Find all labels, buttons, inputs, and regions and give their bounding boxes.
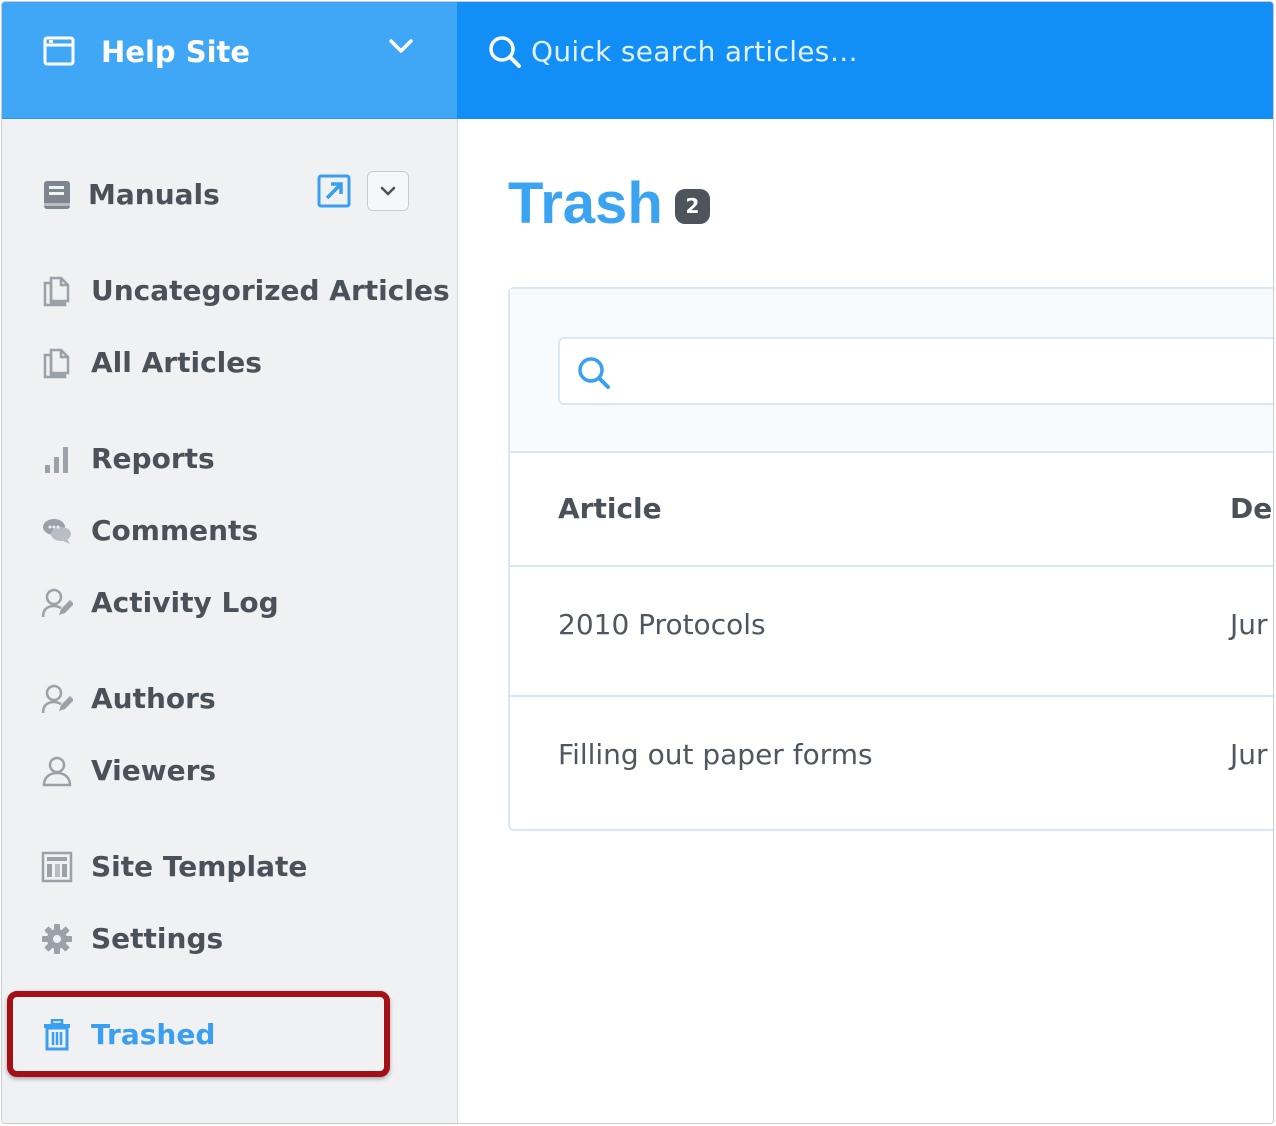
sidebar-item-uncategorized-articles[interactable]: Uncategorized Articles [2, 267, 450, 315]
deleted-date-cell: Jur [1230, 738, 1268, 771]
filter-input[interactable] [624, 349, 1269, 393]
sidebar-item-viewers[interactable]: Viewers [2, 747, 442, 795]
trash-table-panel: Article Del 2010 Protocols Jur Filling o… [508, 287, 1273, 831]
count-badge: 2 [675, 189, 710, 224]
sidebar-item-label: All Articles [91, 346, 262, 379]
deleted-date-cell: Jur [1230, 608, 1268, 641]
search-icon [578, 357, 610, 389]
sidebar-item-label: Authors [91, 682, 216, 715]
documents-icon [43, 348, 70, 379]
column-header-deleted[interactable]: Del [1230, 489, 1273, 529]
table-row[interactable]: 2010 Protocols Jur [510, 567, 1273, 697]
trash-icon [44, 1019, 70, 1051]
sidebar-item-activity-log[interactable]: Activity Log [2, 579, 442, 627]
sidebar-item-label: Activity Log [91, 586, 279, 619]
page-title: Trash [508, 171, 663, 236]
filter-area [510, 289, 1273, 453]
external-link-icon[interactable] [317, 174, 351, 208]
table-header-row: Article Del [510, 453, 1273, 567]
sidebar-item-label: Uncategorized Articles [91, 274, 450, 307]
sidebar-item-trashed[interactable]: Trashed [2, 1011, 442, 1059]
chevron-down-icon [380, 186, 396, 196]
filter-search-box[interactable] [558, 337, 1273, 405]
sidebar-item-settings[interactable]: Settings [2, 915, 442, 963]
user-edit-icon [41, 588, 73, 618]
sidebar-item-authors[interactable]: Authors [2, 675, 442, 723]
search-icon [489, 36, 521, 68]
quick-search-bar[interactable]: Quick search articles… [457, 2, 1273, 119]
sidebar-item-label: Comments [91, 514, 259, 547]
article-title-cell[interactable]: 2010 Protocols [558, 605, 766, 645]
article-title-cell[interactable]: Filling out paper forms [558, 735, 873, 775]
browser-window-icon [43, 36, 75, 66]
sidebar-item-label: Site Template [91, 850, 308, 883]
book-icon [44, 181, 70, 209]
documents-icon [43, 276, 70, 307]
chat-bubbles-icon [43, 519, 71, 544]
user-icon [42, 756, 72, 787]
user-edit-icon [41, 684, 73, 714]
chevron-down-icon[interactable] [387, 37, 415, 57]
sidebar: Manuals Uncategorized Articles All Artic… [2, 119, 458, 1123]
layout-template-icon [41, 851, 73, 883]
table-row[interactable]: Filling out paper forms Jur [510, 697, 1273, 829]
sidebar-item-label: Manuals [88, 178, 220, 211]
sidebar-item-comments[interactable]: Comments [2, 507, 442, 555]
sidebar-item-label: Reports [91, 442, 215, 475]
site-switcher[interactable]: Help Site [2, 2, 457, 119]
quick-search-placeholder[interactable]: Quick search articles… [531, 32, 858, 72]
gear-icon [42, 924, 72, 954]
column-header-article[interactable]: Article [558, 489, 662, 529]
main-content: Trash 2 Article Del 2010 Protocols Jur [458, 119, 1273, 1123]
bar-chart-icon [45, 447, 68, 473]
sidebar-item-reports[interactable]: Reports [2, 435, 442, 483]
sidebar-item-label: Trashed [91, 1018, 216, 1051]
sidebar-item-all-articles[interactable]: All Articles [2, 339, 442, 387]
manuals-dropdown-button[interactable] [367, 171, 409, 211]
sidebar-item-label: Settings [91, 922, 224, 955]
site-name: Help Site [101, 35, 251, 69]
sidebar-item-label: Viewers [91, 754, 217, 787]
app-window: Help Site Quick search articles… Manuals [1, 1, 1274, 1124]
sidebar-item-site-template[interactable]: Site Template [2, 843, 442, 891]
